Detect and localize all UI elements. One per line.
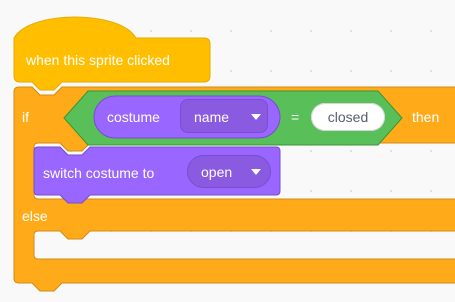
- chevron-down-icon: [251, 114, 261, 120]
- costume-attribute-dropdown[interactable]: name: [180, 99, 268, 133]
- compare-value-input[interactable]: closed: [311, 103, 385, 131]
- costume-reporter-label: costume: [107, 109, 160, 125]
- equals-operator-label: =: [291, 109, 300, 125]
- costume-select-value: open: [201, 164, 233, 180]
- if-label: if: [22, 109, 29, 125]
- when-sprite-clicked-label: when this sprite clicked: [26, 52, 170, 68]
- chevron-down-icon: [251, 169, 261, 175]
- costume-select-dropdown[interactable]: open: [187, 155, 271, 188]
- code-workspace[interactable]: when this sprite clicked if then else co…: [0, 0, 455, 302]
- then-label: then: [412, 109, 440, 125]
- else-label: else: [22, 208, 48, 224]
- switch-costume-label: switch costume to: [43, 165, 155, 181]
- costume-attribute-value: name: [194, 109, 230, 125]
- script-shapes: [13, 16, 455, 292]
